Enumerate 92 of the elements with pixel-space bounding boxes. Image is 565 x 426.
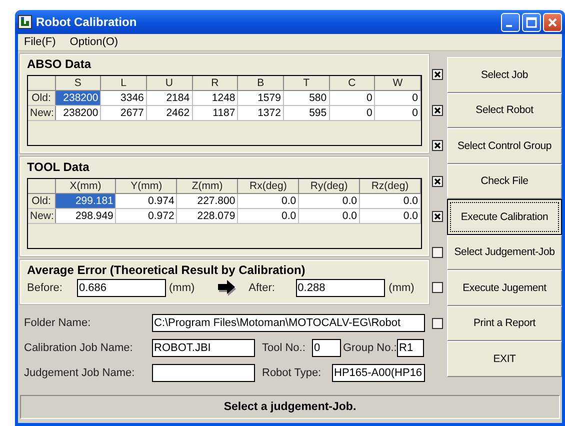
table-cell[interactable]: 228.079 xyxy=(176,208,238,224)
field-label: Judgement Job Name: xyxy=(24,367,136,379)
checkbox[interactable] xyxy=(432,246,443,258)
table-cell[interactable]: 0.0 xyxy=(238,194,299,208)
field-label: Calibration Job Name: xyxy=(24,342,134,354)
after-field[interactable]: 0.288 xyxy=(296,279,385,297)
table-cell[interactable]: 0 xyxy=(374,90,420,106)
step-button[interactable]: Select Judgement-Job xyxy=(447,234,562,270)
table-cell[interactable]: 0.0 xyxy=(360,208,420,224)
minimize-icon[interactable] xyxy=(501,12,520,32)
before-field[interactable]: 0.686 xyxy=(77,279,166,297)
table-cell[interactable]: 3346 xyxy=(100,90,146,106)
maximize-icon[interactable] xyxy=(522,12,541,32)
checkbox[interactable] xyxy=(432,282,443,294)
step-button[interactable]: EXIT xyxy=(447,341,562,376)
table-cell[interactable]: 1187 xyxy=(192,106,238,120)
unit-label: (mm) xyxy=(388,282,414,294)
column-header: Rz(deg) xyxy=(360,179,420,194)
table-cell[interactable]: 1372 xyxy=(238,106,284,120)
job-name-field[interactable] xyxy=(152,364,255,382)
column-header: Ry(deg) xyxy=(298,179,360,194)
group-title: ABSO Data xyxy=(27,57,92,71)
column-header: U xyxy=(146,76,192,90)
folder-field[interactable]: C:\Program Files\Motoman\MOTOCALV-EG\Robot xyxy=(152,314,425,332)
column-header: Y(mm) xyxy=(116,179,177,194)
table-cell[interactable]: 2184 xyxy=(146,90,192,106)
column-header: R xyxy=(192,76,238,90)
column-header: L xyxy=(100,76,146,90)
unit-label: (mm) xyxy=(169,282,195,294)
field-label: Group No.: xyxy=(343,342,397,354)
tool-number-field[interactable]: 0 xyxy=(312,339,341,357)
row-header: New: xyxy=(28,208,55,224)
checkbox[interactable] xyxy=(432,176,443,187)
table-cell[interactable]: 0.972 xyxy=(116,208,177,224)
table-cell[interactable]: 0 xyxy=(329,90,375,106)
window-title: Robot Calibration xyxy=(36,15,138,29)
table-cell[interactable]: 0.0 xyxy=(298,208,360,224)
table-cell[interactable]: 580 xyxy=(283,90,330,106)
close-icon[interactable] xyxy=(543,12,562,32)
step-button[interactable]: Print a Report xyxy=(447,306,562,341)
before-label: Before: xyxy=(27,282,64,294)
table-cell[interactable]: 238200 xyxy=(55,106,101,120)
table-cell[interactable]: 0.0 xyxy=(298,194,360,208)
checkbox[interactable] xyxy=(432,69,443,80)
field-label: Folder Name: xyxy=(24,317,92,329)
table-cell[interactable]: 238200 xyxy=(55,90,101,106)
column-header: X(mm) xyxy=(55,179,116,194)
row-header: Old: xyxy=(28,90,55,106)
status-bar: Select a judgement-Job. xyxy=(20,395,560,419)
column-header: C xyxy=(329,76,375,90)
checkbox[interactable] xyxy=(432,104,443,116)
checkbox[interactable] xyxy=(432,211,443,222)
table-cell[interactable]: 0.974 xyxy=(116,194,177,208)
row-header: New: xyxy=(28,106,55,120)
column-header: Rx(deg) xyxy=(238,179,299,194)
table-cell[interactable]: 298.949 xyxy=(55,208,116,224)
job-name-field[interactable]: ROBOT.JBI xyxy=(152,339,255,357)
checkbox[interactable] xyxy=(432,318,443,329)
table-cell[interactable]: 595 xyxy=(283,106,330,120)
group-title: TOOL Data xyxy=(27,160,90,174)
step-button[interactable]: Select Robot xyxy=(447,92,562,128)
step-button[interactable]: Check File xyxy=(447,164,562,199)
step-button[interactable]: Execute Jugement xyxy=(447,270,562,306)
table-cell[interactable]: 2462 xyxy=(146,106,192,120)
step-button[interactable]: Execute Calibration xyxy=(447,199,562,234)
menu-item[interactable]: Option(O) xyxy=(68,36,120,48)
step-button[interactable]: Select Job xyxy=(447,57,562,92)
table-cell[interactable]: 1248 xyxy=(192,90,238,106)
table-cell[interactable]: 227.800 xyxy=(176,194,238,208)
table-cell[interactable]: 299.181 xyxy=(55,194,116,208)
table-cell[interactable]: 2677 xyxy=(100,106,146,120)
column-header: Z(mm) xyxy=(176,179,238,194)
field-label: Robot Type: xyxy=(262,367,322,379)
after-label: After: xyxy=(248,282,276,294)
step-button[interactable]: Select Control Group xyxy=(447,128,562,164)
robot-type-field[interactable]: HP165-A00(HP16 xyxy=(332,364,425,382)
table-cell[interactable]: 0.0 xyxy=(360,194,420,208)
checkbox[interactable] xyxy=(432,140,443,152)
group-number-field[interactable]: R1 xyxy=(397,339,424,357)
field-label: Tool No.: xyxy=(262,342,306,354)
column-header: W xyxy=(374,76,420,90)
table-cell[interactable]: 0.0 xyxy=(238,208,299,224)
row-header: Old: xyxy=(28,194,55,208)
column-header: T xyxy=(283,76,330,90)
column-header: B xyxy=(238,76,284,90)
table-cell[interactable]: 1579 xyxy=(238,90,284,106)
column-header: S xyxy=(55,76,101,90)
menu-item[interactable]: File(F) xyxy=(22,36,58,48)
group-title: Average Error (Theoretical Result by Calibration) xyxy=(27,263,306,277)
table-cell[interactable]: 0 xyxy=(374,106,420,120)
app-icon xyxy=(18,15,32,29)
table-cell[interactable]: 0 xyxy=(329,106,375,120)
